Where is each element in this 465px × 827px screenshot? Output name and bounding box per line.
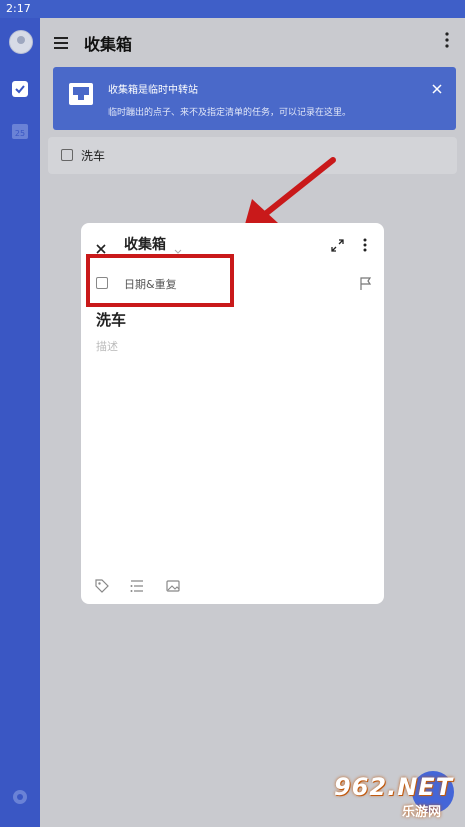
task-title-field[interactable]: 洗车 xyxy=(96,309,126,330)
tag-icon[interactable] xyxy=(95,578,109,593)
inbox-banner: 收集箱是临时中转站 临时蹦出的点子、来不及指定清单的任务，可以记录在这里。 xyxy=(53,67,456,130)
side-rail: 25 xyxy=(0,18,40,827)
calendar-icon[interactable]: 25 xyxy=(11,122,29,140)
task-title: 洗车 xyxy=(81,149,106,163)
image-icon[interactable] xyxy=(166,578,180,592)
tasks-icon[interactable] xyxy=(11,80,29,98)
chevron-down-icon[interactable] xyxy=(174,240,182,254)
banner-description: 临时蹦出的点子、来不及指定清单的任务，可以记录在这里。 xyxy=(108,108,352,118)
list-selector[interactable]: 收集箱 xyxy=(124,234,166,254)
annotation-highlight-box xyxy=(86,254,234,307)
page-title: 收集箱 xyxy=(84,35,133,54)
watermark-main: 962.NET xyxy=(334,773,454,801)
calendar-day: 25 xyxy=(15,129,25,138)
expand-icon[interactable] xyxy=(331,237,344,252)
subtask-icon[interactable] xyxy=(130,578,144,592)
avatar[interactable] xyxy=(9,30,33,54)
banner-title: 收集箱是临时中转站 xyxy=(108,85,198,96)
watermark-logo: 962.NET 乐游网 xyxy=(330,773,460,825)
flag-icon[interactable] xyxy=(359,276,372,290)
task-checkbox[interactable] xyxy=(61,149,73,161)
settings-icon[interactable] xyxy=(12,789,28,805)
header: 收集箱 xyxy=(40,18,465,64)
status-time: 2:17 xyxy=(6,2,31,15)
more-icon[interactable] xyxy=(445,32,449,48)
watermark-sub: 乐游网 xyxy=(402,805,442,820)
close-icon[interactable] xyxy=(96,239,106,254)
description-field[interactable]: 描述 xyxy=(96,338,118,354)
menu-icon[interactable] xyxy=(54,34,68,49)
banner-close-icon[interactable] xyxy=(432,79,442,94)
more-icon[interactable] xyxy=(363,237,367,252)
inbox-icon xyxy=(68,82,94,106)
status-bar: 2:17 xyxy=(0,0,465,18)
